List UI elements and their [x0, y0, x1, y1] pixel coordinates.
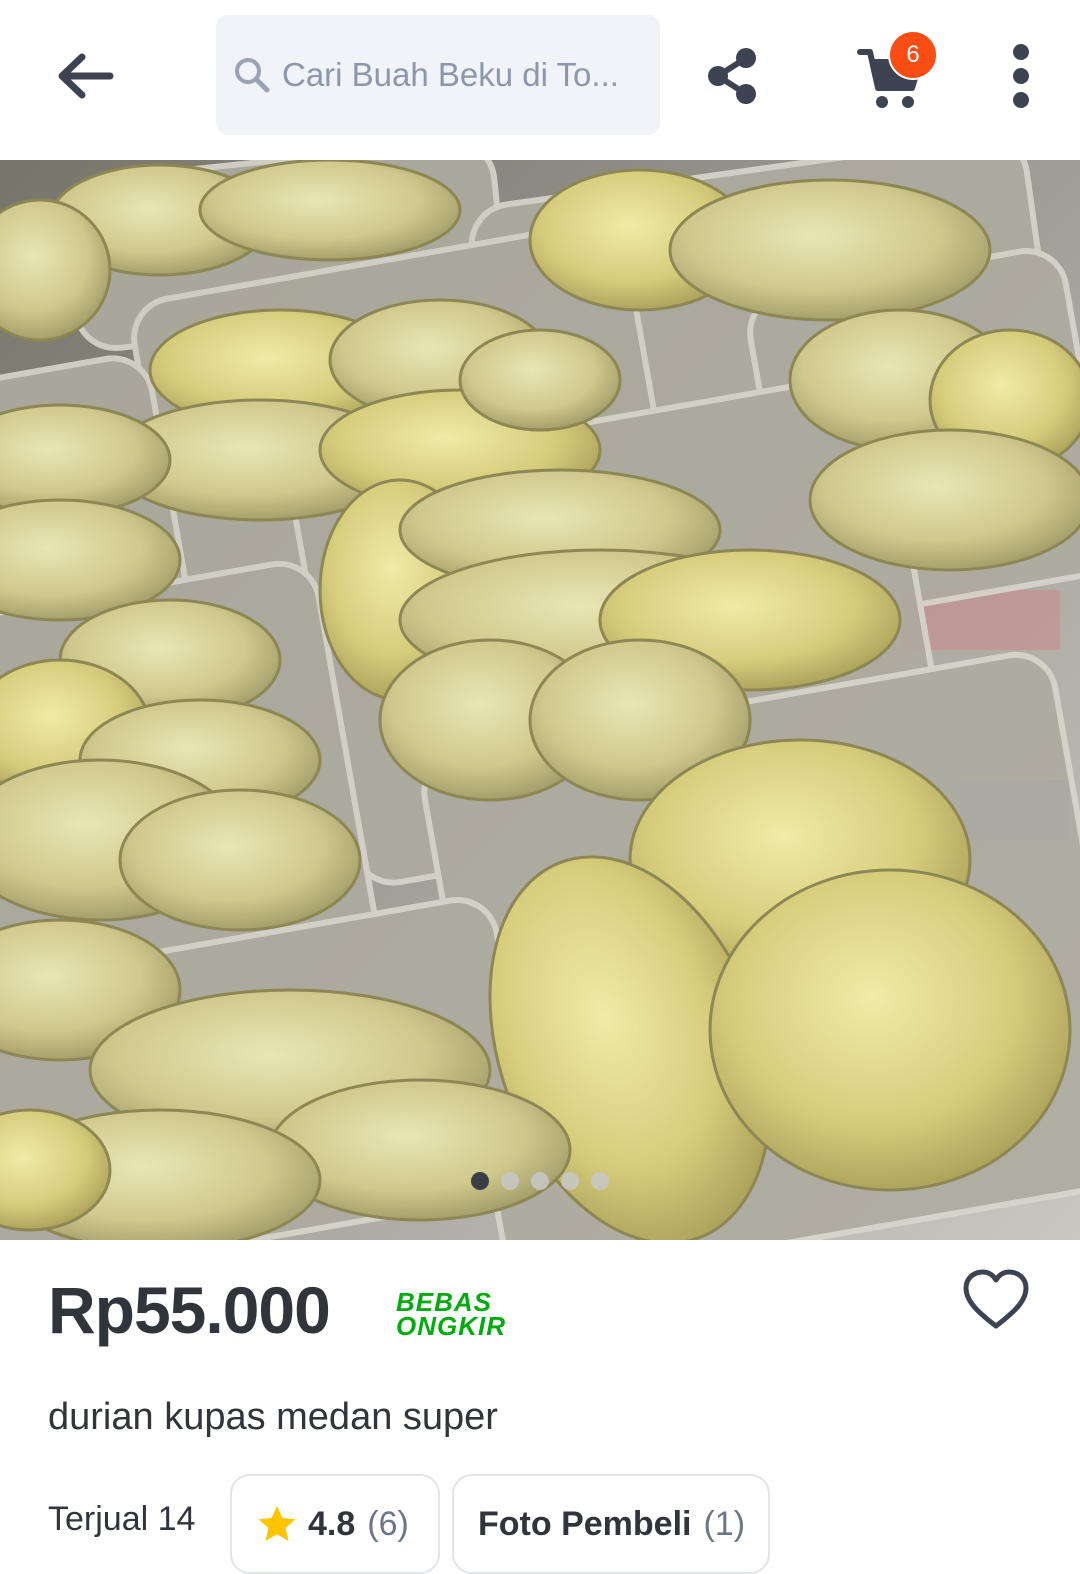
product-price: Rp55.000 [48, 1273, 331, 1347]
free-shipping-line2: ONGKIR [396, 1311, 506, 1341]
more-vertical-icon [1013, 44, 1029, 60]
rating-count: (6) [367, 1504, 409, 1543]
rating-chip[interactable]: 4.8 (6) [230, 1474, 440, 1574]
cart-count-badge: 6 [888, 30, 938, 80]
search-placeholder: Cari Buah Beku di To... [282, 56, 619, 93]
carousel-dot[interactable] [531, 1172, 549, 1190]
buyer-photos-count: (1) [703, 1504, 746, 1543]
back-arrow-icon [58, 53, 114, 99]
product-photo [0, 160, 1080, 1240]
carousel-indicator [0, 1172, 1080, 1192]
carousel-dot[interactable] [561, 1172, 579, 1190]
carousel-dot[interactable] [501, 1172, 519, 1190]
back-button[interactable] [44, 36, 124, 116]
buyer-photos-chip[interactable]: Foto Pembeli (1) [452, 1474, 770, 1574]
product-image-carousel[interactable] [0, 160, 1080, 1240]
share-icon [708, 48, 756, 104]
wishlist-button[interactable] [962, 1268, 1030, 1332]
carousel-dot[interactable] [471, 1172, 489, 1190]
heart-icon [963, 1269, 1029, 1329]
rating-value: 4.8 [308, 1504, 356, 1543]
search-icon [232, 55, 272, 95]
sold-count: Terjual 14 [48, 1500, 196, 1538]
free-shipping-badge: BEBAS ONGKIR [396, 1289, 516, 1341]
cart-button[interactable]: 6 [852, 30, 938, 114]
top-app-bar: Cari Buah Beku di To... 6 [0, 0, 1080, 160]
buyer-photos-label: Foto Pembeli [478, 1504, 692, 1543]
more-options-button[interactable] [1000, 44, 1042, 108]
product-title: durian kupas medan super [48, 1396, 498, 1438]
carousel-dot[interactable] [591, 1172, 609, 1190]
star-icon [258, 1506, 296, 1541]
search-input[interactable]: Cari Buah Beku di To... [216, 15, 660, 135]
share-button[interactable] [700, 42, 764, 110]
